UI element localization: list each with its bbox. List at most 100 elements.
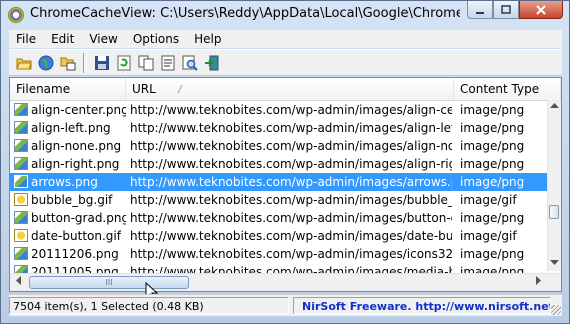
- png-file-icon: [14, 103, 28, 116]
- find-button[interactable]: [179, 52, 201, 74]
- cell-url: http://www.teknobites.com/wp-admin/image…: [130, 175, 452, 189]
- cell-url: http://www.teknobites.com/wp-admin/image…: [130, 139, 452, 153]
- vertical-scroll-thumb[interactable]: [549, 205, 559, 219]
- column-url[interactable]: URL: [126, 78, 454, 100]
- exit-button[interactable]: [201, 52, 223, 74]
- filename-text: align-left.png: [31, 121, 111, 135]
- column-content-type[interactable]: Content Type: [454, 78, 561, 100]
- status-bar: 7504 item(s), 1 Selected (0.48 KB) NirSo…: [9, 294, 562, 316]
- cell-filename: arrows.png: [14, 173, 126, 191]
- properties-icon: [161, 55, 175, 70]
- scroll-right-button[interactable]: [530, 274, 547, 291]
- resize-grip[interactable]: [551, 305, 561, 315]
- list-header: Filename URL Content Type: [10, 78, 561, 101]
- cell-filename: align-none.png: [14, 137, 126, 155]
- gif-file-icon: [14, 193, 28, 206]
- window-title: ChromeCacheView: C:\Users\Reddy\AppData\…: [30, 6, 460, 21]
- png-file-icon: [14, 157, 28, 170]
- cell-url: http://www.teknobites.com/wp-admin/image…: [130, 193, 452, 207]
- open-folder-button[interactable]: [13, 52, 35, 74]
- save-icon: [95, 55, 109, 70]
- nirsoft-link[interactable]: NirSoft Freeware. http://www.nirsoft.net: [293, 297, 551, 314]
- open-folder-icon: [16, 58, 32, 69]
- cache-list[interactable]: Filename URL Content Type align-center.p…: [9, 77, 562, 292]
- filename-text: arrows.png: [31, 175, 98, 189]
- menu-edit[interactable]: Edit: [44, 32, 82, 46]
- globe-icon: [38, 55, 54, 70]
- table-row[interactable]: bubble_bg.gif http://www.teknobites.com/…: [10, 191, 548, 209]
- cell-filename: align-left.png: [14, 119, 126, 137]
- cell-content-type: image/gif: [460, 193, 517, 207]
- table-row[interactable]: button-grad.png http://www.teknobites.co…: [10, 209, 548, 227]
- window-controls: [467, 1, 563, 21]
- table-row[interactable]: align-none.png http://www.teknobites.com…: [10, 137, 548, 155]
- cell-filename: bubble_bg.gif: [14, 191, 126, 209]
- png-file-icon: [14, 175, 28, 188]
- filename-text: align-center.png: [31, 103, 126, 117]
- menu-view[interactable]: View: [82, 32, 125, 46]
- cell-filename: align-center.png: [14, 101, 126, 119]
- web-button[interactable]: [35, 52, 57, 74]
- scroll-left-button[interactable]: [10, 274, 27, 291]
- title-bar[interactable]: ChromeCacheView: C:\Users\Reddy\AppData\…: [1, 1, 569, 29]
- chrome-app-icon[interactable]: [8, 7, 24, 23]
- cell-content-type: image/png: [460, 211, 525, 225]
- menu-file[interactable]: File: [9, 32, 44, 46]
- filename-text: button-grad.png: [31, 211, 126, 225]
- scroll-down-button[interactable]: [548, 257, 561, 271]
- table-row-selected[interactable]: arrows.png http://www.teknobites.com/wp-…: [10, 173, 548, 191]
- cell-filename: align-right.png: [14, 155, 126, 173]
- scroll-up-button[interactable]: [548, 100, 561, 114]
- table-row[interactable]: align-left.png http://www.teknobites.com…: [10, 119, 548, 137]
- properties-button[interactable]: [157, 52, 179, 74]
- cell-url: http://www.teknobites.com/wp-admin/image…: [130, 211, 452, 225]
- copy-folder-button[interactable]: [57, 52, 79, 74]
- filename-text: align-none.png: [31, 139, 122, 153]
- cell-filename: 20111206.png: [14, 245, 126, 263]
- maximize-button[interactable]: [493, 1, 519, 19]
- refresh-button[interactable]: [113, 52, 135, 74]
- vertical-scrollbar[interactable]: [547, 100, 561, 271]
- menu-options[interactable]: Options: [126, 32, 187, 46]
- minimize-button[interactable]: [467, 1, 493, 19]
- cell-content-type: image/png: [460, 139, 525, 153]
- horizontal-scrollbar[interactable]: III: [10, 273, 561, 291]
- table-row[interactable]: align-right.png http://www.teknobites.co…: [10, 155, 548, 173]
- table-row[interactable]: date-button.gif http://www.teknobites.co…: [10, 227, 548, 245]
- column-filename[interactable]: Filename: [10, 78, 126, 100]
- exit-icon: [205, 55, 219, 70]
- save-button[interactable]: [91, 52, 113, 74]
- filename-text: bubble_bg.gif: [31, 193, 113, 207]
- horizontal-scroll-thumb[interactable]: III: [29, 276, 189, 289]
- menu-bar: File Edit View Options Help: [9, 30, 562, 48]
- gif-file-icon: [14, 229, 28, 242]
- minimize-icon: [476, 11, 484, 14]
- filename-text: align-right.png: [31, 157, 120, 171]
- toolbar: [9, 49, 562, 76]
- cell-content-type: image/png: [460, 247, 525, 261]
- arrow-up-icon: [550, 103, 559, 108]
- arrow-down-icon: [550, 260, 559, 265]
- filename-text: date-button.gif: [31, 229, 121, 243]
- menu-help[interactable]: Help: [187, 32, 229, 46]
- copy-icon: [138, 55, 154, 70]
- copy-folder-icon: [60, 57, 76, 70]
- close-button[interactable]: [519, 1, 563, 19]
- png-file-icon: [14, 247, 28, 260]
- png-file-icon: [14, 121, 28, 134]
- copy-button[interactable]: [135, 52, 157, 74]
- cell-filename: date-button.gif: [14, 227, 126, 245]
- cell-filename: button-grad.png: [14, 209, 126, 227]
- cell-content-type: image/gif: [460, 229, 517, 243]
- toolbar-separator: [83, 52, 87, 73]
- scroll-grip: III: [105, 278, 113, 287]
- png-file-icon: [14, 139, 28, 152]
- cell-url: http://www.teknobites.com/wp-admin/image…: [130, 157, 452, 171]
- cell-content-type: image/png: [460, 157, 525, 171]
- column-url-label: URL: [132, 82, 156, 96]
- table-row[interactable]: align-center.png http://www.teknobites.c…: [10, 101, 548, 119]
- cell-content-type: image/png: [460, 103, 525, 117]
- png-file-icon: [14, 211, 28, 224]
- cell-url: http://www.teknobites.com/wp-admin/image…: [130, 247, 452, 261]
- table-row[interactable]: 20111206.png http://www.teknobites.com/w…: [10, 245, 548, 263]
